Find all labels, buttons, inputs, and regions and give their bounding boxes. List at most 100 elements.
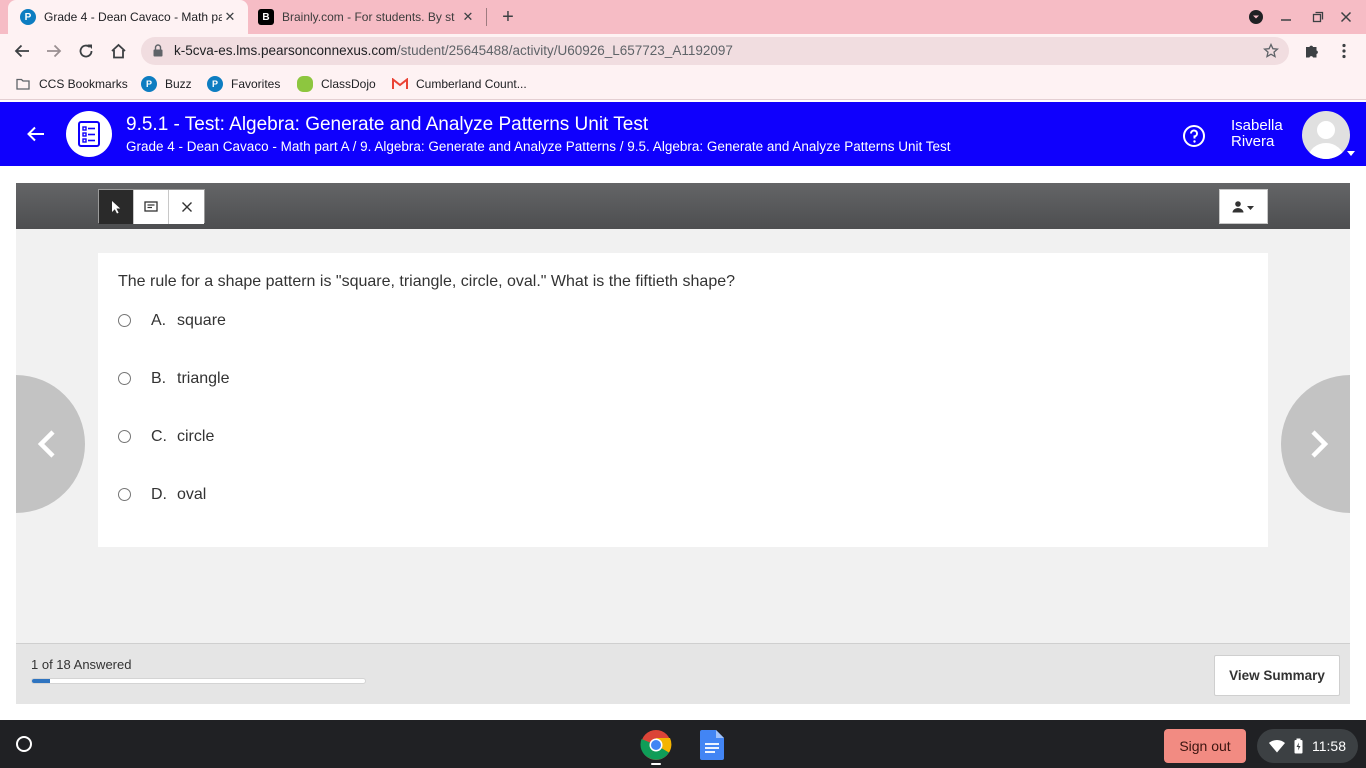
lock-icon [153, 44, 163, 57]
notepad-tool-button[interactable] [134, 190, 169, 224]
bookmark-label: Buzz [165, 77, 192, 91]
user-name[interactable]: Isabella Rivera [1231, 118, 1283, 150]
pearson-icon: P [141, 76, 157, 92]
radio-d[interactable] [118, 487, 131, 501]
breadcrumb: Grade 4 - Dean Cavaco - Math part A / 9.… [126, 139, 951, 154]
next-question-button[interactable] [1281, 375, 1350, 513]
radio-c[interactable] [118, 429, 131, 443]
wifi-icon [1269, 739, 1285, 753]
choice-text: triangle [177, 370, 230, 387]
forward-icon[interactable] [42, 39, 66, 63]
app-header: 9.5.1 - Test: Algebra: Generate and Anal… [0, 102, 1366, 166]
brainly-favicon-icon: B [258, 9, 274, 25]
bookmark-label: CCS Bookmarks [39, 77, 128, 91]
answered-count: 1 of 18 Answered [31, 657, 132, 672]
eliminator-tool-button[interactable] [169, 190, 204, 224]
close-tab-icon[interactable]: ✕ [222, 9, 238, 25]
address-bar[interactable]: k-5cva-es.lms.pearsonconnexus.com/studen… [141, 37, 1289, 65]
browser-tab[interactable]: B Brainly.com - For students. By st ✕ [250, 0, 486, 34]
player-toolbar [16, 183, 1350, 229]
bookmark-label: Cumberland Count... [416, 77, 527, 91]
choice-letter: A. [151, 312, 167, 329]
pointer-tool-button[interactable] [99, 190, 134, 224]
running-indicator [651, 763, 661, 765]
google-docs-icon[interactable] [695, 728, 729, 762]
answer-choice-d[interactable]: D. oval [118, 483, 206, 507]
radio-a[interactable] [118, 313, 131, 327]
user-first-name: Isabella [1231, 117, 1283, 134]
bookmarks-bar: CCS Bookmarks P Buzz P Favorites ClassDo… [0, 68, 1366, 100]
bookmark-cumberland[interactable]: Cumberland Count... [392, 76, 527, 92]
chrome-app-icon[interactable] [639, 728, 673, 762]
view-summary-button[interactable]: View Summary [1214, 655, 1340, 696]
choice-letter: B. [151, 370, 167, 387]
minimize-icon[interactable] [1277, 8, 1295, 26]
progress-status-bar: 1 of 18 Answered View Summary [16, 643, 1350, 704]
browser-toolbar: k-5cva-es.lms.pearsonconnexus.com/studen… [0, 34, 1366, 68]
reload-icon[interactable] [74, 39, 98, 63]
question-card: The rule for a shape pattern is "square,… [98, 253, 1268, 547]
bookmark-ccs[interactable]: CCS Bookmarks [15, 76, 128, 92]
new-tab-icon[interactable]: + [499, 6, 517, 28]
tab-title: Grade 4 - Dean Cavaco - Math pa [44, 10, 222, 24]
previous-question-button[interactable] [16, 375, 85, 513]
url-text: k-5cva-es.lms.pearsonconnexus.com/studen… [174, 43, 733, 58]
test-activity-icon [66, 111, 112, 157]
choice-letter: D. [151, 486, 167, 503]
pointer-icon [112, 201, 121, 214]
bookmark-label: Favorites [231, 77, 281, 91]
launcher-icon[interactable] [8, 728, 40, 760]
tab-search-icon[interactable] [1247, 8, 1265, 26]
help-icon[interactable] [1182, 124, 1206, 148]
radio-b[interactable] [118, 371, 131, 385]
choice-text: circle [177, 428, 215, 445]
user-last-name: Rivera [1231, 133, 1275, 150]
tool-group [98, 189, 205, 224]
choice-letter: C. [151, 428, 167, 445]
chevron-down-icon[interactable] [1347, 151, 1355, 156]
choice-text: square [177, 312, 226, 329]
answer-choice-a[interactable]: A. square [118, 309, 226, 333]
accessibility-menu-button[interactable] [1219, 189, 1268, 224]
answer-choice-b[interactable]: B. triangle [118, 367, 229, 391]
browser-tab-strip: P Grade 4 - Dean Cavaco - Math pa ✕ B Br… [0, 0, 1366, 34]
status-tray[interactable]: 11:58 [1257, 729, 1358, 763]
classdojo-icon [297, 76, 313, 92]
tab-title: Brainly.com - For students. By st [282, 10, 455, 24]
bookmark-star-icon[interactable] [1263, 43, 1279, 59]
restore-window-icon[interactable] [1309, 8, 1327, 26]
close-window-icon[interactable] [1337, 8, 1355, 26]
url-path: /student/25645488/activity/U60926_L65772… [396, 43, 733, 58]
progress-bar [31, 678, 366, 684]
battery-icon [1294, 738, 1303, 754]
avatar[interactable] [1302, 111, 1350, 159]
back-icon[interactable] [10, 39, 34, 63]
question-text: The rule for a shape pattern is "square,… [118, 273, 736, 290]
os-shelf: Sign out 11:58 [0, 720, 1366, 768]
bookmark-classdojo[interactable]: ClassDojo [297, 76, 376, 92]
pearson-icon: P [207, 76, 223, 92]
clock: 11:58 [1312, 738, 1346, 754]
back-arrow-icon[interactable] [24, 122, 48, 146]
bookmark-buzz[interactable]: P Buzz [141, 76, 192, 92]
sign-out-button[interactable]: Sign out [1164, 729, 1246, 763]
kebab-menu-icon[interactable] [1332, 39, 1356, 63]
chevron-right-icon [1311, 430, 1329, 458]
page-title: 9.5.1 - Test: Algebra: Generate and Anal… [126, 114, 649, 135]
gmail-icon [392, 76, 408, 92]
bookmark-favorites[interactable]: P Favorites [207, 76, 280, 92]
eliminate-x-icon [181, 202, 192, 212]
answer-choice-c[interactable]: C. circle [118, 425, 214, 449]
bookmark-label: ClassDojo [321, 77, 376, 91]
pearson-favicon-icon: P [20, 9, 36, 25]
home-icon[interactable] [106, 39, 130, 63]
progress-fill [32, 679, 51, 683]
extensions-icon[interactable] [1300, 39, 1324, 63]
close-tab-icon[interactable]: ✕ [460, 9, 476, 25]
tab-divider [486, 8, 487, 26]
folder-icon [15, 76, 31, 92]
person-dropdown-icon [1232, 200, 1254, 212]
browser-tab-active[interactable]: P Grade 4 - Dean Cavaco - Math pa ✕ [8, 0, 248, 34]
question-stage: The rule for a shape pattern is "square,… [16, 229, 1350, 643]
choice-text: oval [177, 486, 207, 503]
